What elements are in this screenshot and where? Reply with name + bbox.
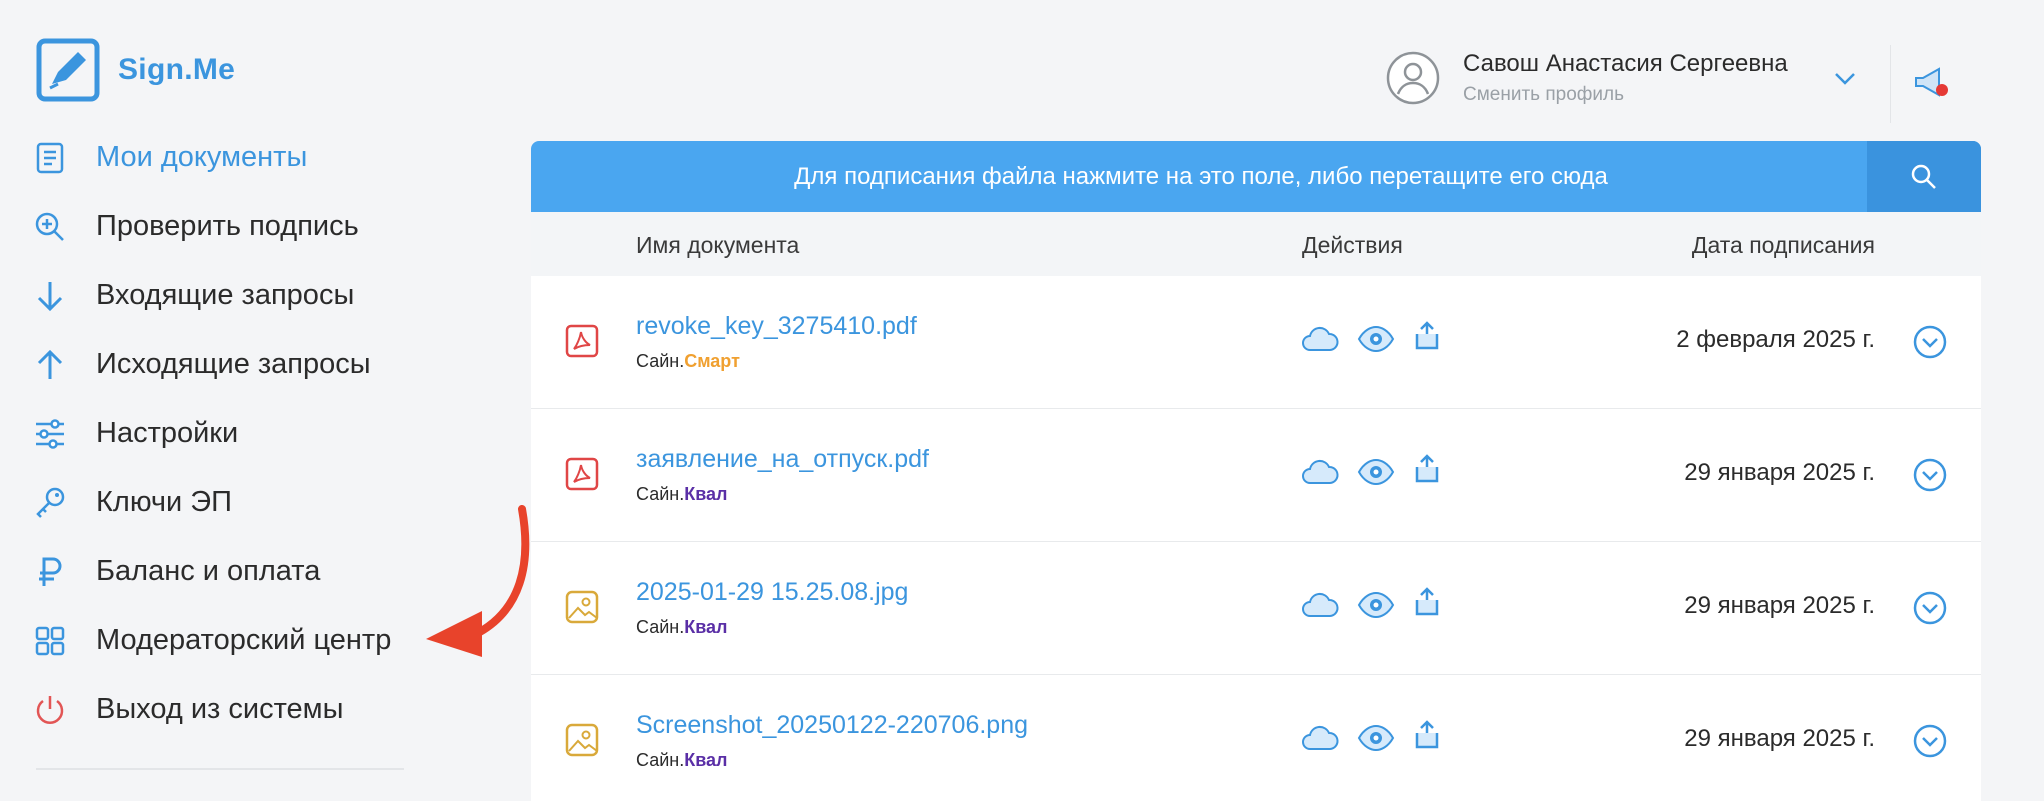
signature-prefix: Сайн. xyxy=(636,484,685,504)
sidebar-item-label: Исходящие запросы xyxy=(96,348,371,380)
sidebar-item-label: Настройки xyxy=(96,417,239,449)
sidebar-item-label: Проверить подпись xyxy=(96,210,359,242)
sidebar-item-label: Ключи ЭП xyxy=(96,486,232,518)
image-icon xyxy=(565,590,599,624)
sidebar-item-verify-signature[interactable]: Проверить подпись xyxy=(30,192,470,261)
dropzone-text: Для подписания файла нажмите на это поле… xyxy=(794,162,1608,190)
eye-icon[interactable] xyxy=(1357,723,1395,753)
arrow-down-icon xyxy=(30,276,70,316)
chevron-down-circle-icon[interactable] xyxy=(1912,590,1948,626)
cloud-icon[interactable] xyxy=(1301,324,1339,354)
sidebar-item-label: Выход из системы xyxy=(96,693,344,725)
share-icon[interactable] xyxy=(1413,719,1441,751)
sidebar-item-label: Мои документы xyxy=(96,141,308,173)
annotation-arrow-icon xyxy=(426,505,530,657)
document-name-link[interactable]: Screenshot_20250122-220706.png xyxy=(636,711,1028,740)
cloud-icon[interactable] xyxy=(1301,590,1339,620)
eye-icon[interactable] xyxy=(1357,324,1395,354)
profile-name: Савош Анастасия Сергеевна xyxy=(1463,50,1788,77)
sidebar-item-settings[interactable]: Настройки xyxy=(30,399,470,468)
profile-switcher[interactable]: Савош Анастасия Сергеевна Сменить профил… xyxy=(1385,50,1788,106)
signature-prefix: Сайн. xyxy=(636,351,685,371)
sidebar-item-outgoing[interactable]: Исходящие запросы xyxy=(30,330,470,399)
search-button[interactable] xyxy=(1867,141,1981,212)
image-icon xyxy=(565,723,599,757)
document-name-link[interactable]: revoke_key_3275410.pdf xyxy=(636,312,917,341)
table-row[interactable]: заявление_на_отпуск.pdf Сайн.Квал 29 янв… xyxy=(531,409,1981,542)
documents-panel: Для подписания файла нажмите на это поле… xyxy=(531,141,1981,801)
document-name-link[interactable]: заявление_на_отпуск.pdf xyxy=(636,445,929,474)
chevron-down-circle-icon[interactable] xyxy=(1912,324,1948,360)
table-row[interactable]: Screenshot_20250122-220706.png Сайн.Квал… xyxy=(531,675,1981,801)
profile-text: Савош Анастасия Сергеевна Сменить профил… xyxy=(1463,50,1788,106)
ruble-icon xyxy=(30,552,70,592)
eye-icon[interactable] xyxy=(1357,590,1395,620)
signature-type-label: Квал xyxy=(684,617,728,637)
document-icon xyxy=(30,138,70,178)
document-name-link[interactable]: 2025-01-29 15.25.08.jpg xyxy=(636,578,908,607)
avatar-icon xyxy=(1386,51,1440,105)
signed-date: 2 февраля 2025 г. xyxy=(1676,326,1875,353)
sidebar-nav: Мои документы Проверить подпись Входящие… xyxy=(30,123,470,744)
switch-profile-label: Сменить профиль xyxy=(1463,84,1624,105)
signature-type-label: Квал xyxy=(684,750,728,770)
signature-prefix: Сайн. xyxy=(636,750,685,770)
sliders-icon xyxy=(30,414,70,454)
cloud-icon[interactable] xyxy=(1301,723,1339,753)
search-icon xyxy=(1911,164,1936,189)
share-icon[interactable] xyxy=(1413,320,1441,352)
megaphone-icon[interactable] xyxy=(1912,64,1954,102)
pdf-icon xyxy=(565,324,599,358)
sidebar-item-incoming[interactable]: Входящие запросы xyxy=(30,261,470,330)
signature-type: Сайн.Квал xyxy=(636,750,727,771)
signature-type: Сайн.Смарт xyxy=(636,351,740,372)
upload-dropzone[interactable]: Для подписания файла нажмите на это поле… xyxy=(531,141,1981,212)
app-name: Sign.Me xyxy=(118,53,236,86)
eye-icon[interactable] xyxy=(1357,457,1395,487)
zoom-in-icon xyxy=(30,207,70,247)
table-row[interactable]: 2025-01-29 15.25.08.jpg Сайн.Квал 29 янв… xyxy=(531,542,1981,675)
column-header-actions: Действия xyxy=(1302,232,1403,258)
pdf-icon xyxy=(565,457,599,491)
app-logo[interactable]: Sign.Me xyxy=(36,38,235,102)
key-icon xyxy=(30,483,70,523)
signature-type: Сайн.Квал xyxy=(636,484,727,505)
signature-type-label: Смарт xyxy=(684,351,740,371)
signature-type-label: Квал xyxy=(684,484,728,504)
chevron-down-circle-icon[interactable] xyxy=(1912,457,1948,493)
sidebar-item-my-documents[interactable]: Мои документы xyxy=(30,123,470,192)
sidebar-item-logout[interactable]: Выход из системы xyxy=(30,675,470,744)
arrow-up-icon xyxy=(30,345,70,385)
table-header: Имя документа Действия Дата подписания xyxy=(531,212,1981,276)
sidebar-item-label: Баланс и оплата xyxy=(96,555,321,587)
column-header-date[interactable]: Дата подписания xyxy=(1692,232,1875,259)
signed-date: 29 января 2025 г. xyxy=(1684,725,1875,752)
sidebar-item-moderator-center[interactable]: Модераторский центр xyxy=(30,606,470,675)
table-row[interactable]: revoke_key_3275410.pdf Сайн.Смарт 2 февр… xyxy=(531,276,1981,409)
grid-icon xyxy=(30,621,70,661)
header-divider xyxy=(1890,45,1891,123)
chevron-down-icon[interactable] xyxy=(1834,72,1856,86)
chevron-down-circle-icon[interactable] xyxy=(1912,723,1948,759)
cloud-icon[interactable] xyxy=(1301,457,1339,487)
power-icon xyxy=(30,690,70,730)
signed-date: 29 января 2025 г. xyxy=(1684,592,1875,619)
sidebar-item-keys[interactable]: Ключи ЭП xyxy=(30,468,470,537)
sidebar-item-label: Модераторский центр xyxy=(96,624,392,656)
signature-type: Сайн.Квал xyxy=(636,617,727,638)
sidebar-item-label: Входящие запросы xyxy=(96,279,355,311)
signed-date: 29 января 2025 г. xyxy=(1684,459,1875,486)
sidebar-divider xyxy=(36,768,404,770)
share-icon[interactable] xyxy=(1413,453,1441,485)
share-icon[interactable] xyxy=(1413,586,1441,618)
column-header-name[interactable]: Имя документа xyxy=(636,232,799,259)
sidebar-item-balance[interactable]: Баланс и оплата xyxy=(30,537,470,606)
signature-prefix: Сайн. xyxy=(636,617,685,637)
logo-icon xyxy=(36,38,100,102)
